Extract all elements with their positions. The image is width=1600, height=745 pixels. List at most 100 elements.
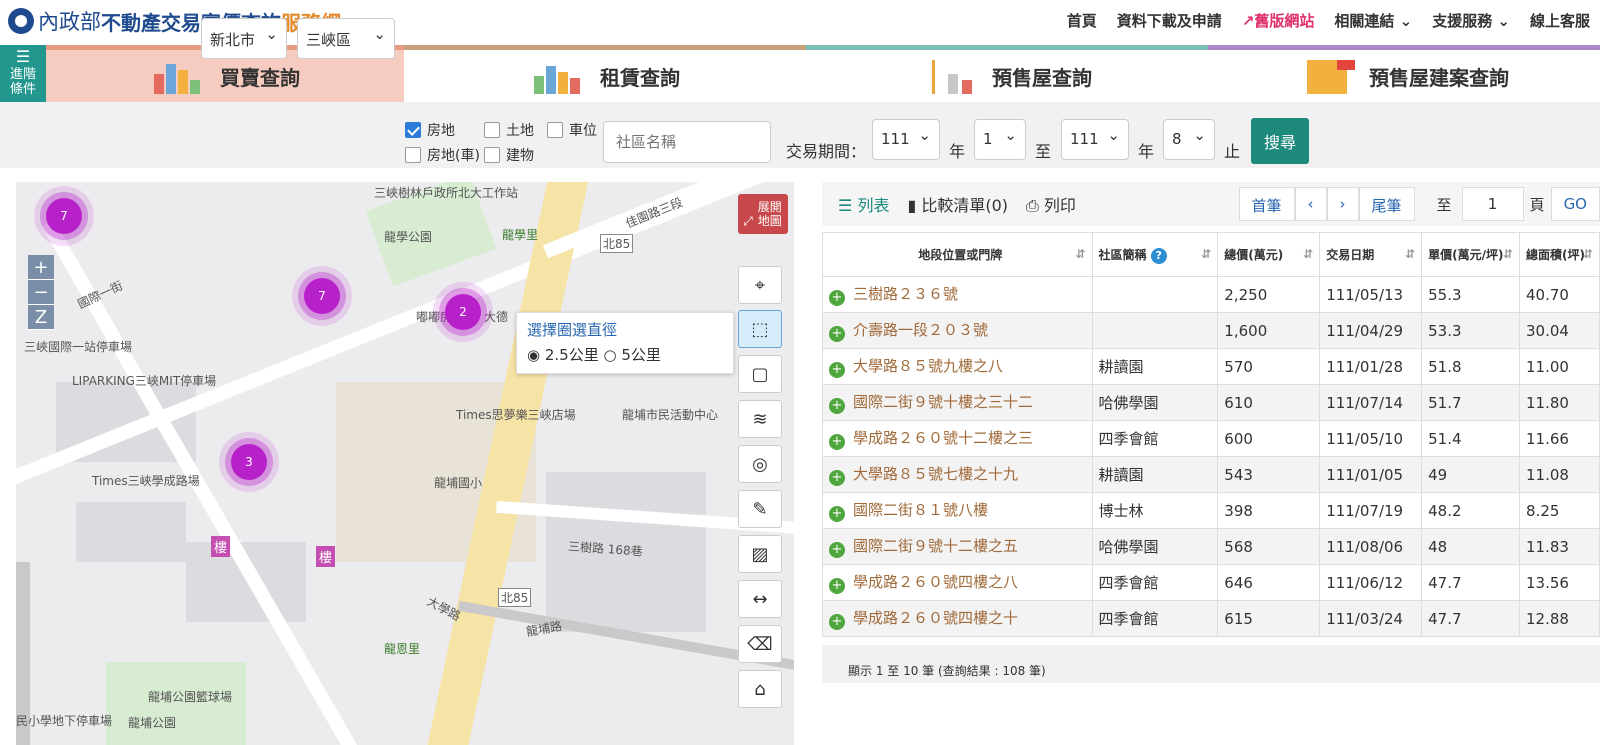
cluster-marker[interactable]: 7: [304, 278, 340, 314]
table-row[interactable]: + 學成路２６０號四樓之十 四季會館 615 111/03/24 47.7 12.88: [822, 600, 1600, 637]
type-checkbox-parking[interactable]: 車位: [547, 120, 597, 140]
table-row[interactable]: + 大學路８５號九樓之八 耕讀園 570 111/01/28 51.8 11.00: [822, 348, 1600, 385]
tab-rent[interactable]: 租賃查詢: [404, 45, 806, 102]
last-page-button[interactable]: 尾筆: [1358, 187, 1415, 221]
expand-row-icon[interactable]: +: [829, 362, 845, 378]
radio-5km[interactable]: ○ 5公里: [604, 346, 661, 364]
address-cell[interactable]: + 大學路８５號七樓之十九: [822, 456, 1093, 493]
expand-row-icon[interactable]: +: [829, 506, 845, 522]
address-cell[interactable]: + 大學路８５號九樓之八: [822, 348, 1093, 385]
table-row[interactable]: + 三樹路２３６號 2,250 111/05/13 55.3 40.70: [822, 276, 1600, 313]
type-checkbox-house-land-parking[interactable]: 房地(車): [405, 145, 480, 165]
type-checkbox-land[interactable]: 土地: [484, 120, 534, 140]
col-date[interactable]: 交易日期: [1319, 232, 1423, 277]
type-checkbox-house-land[interactable]: 房地: [405, 120, 455, 140]
area-tool-icon[interactable]: ▨: [738, 535, 782, 573]
table-cell: 51.7: [1421, 384, 1521, 421]
checkbox-label: 房地: [427, 123, 455, 139]
expand-row-icon[interactable]: +: [829, 614, 845, 630]
building-tool-icon[interactable]: ⌂: [738, 670, 782, 708]
sliders-icon: ☰: [15, 47, 31, 66]
table-row[interactable]: + 國際二街８１號八樓 博士林 398 111/07/19 48.2 8.25: [822, 492, 1600, 529]
page-input[interactable]: 1: [1461, 187, 1524, 221]
col-area[interactable]: 總面積(坪): [1519, 232, 1600, 277]
nav-old-site[interactable]: 舊版網站: [1242, 10, 1314, 31]
tab-presale-project[interactable]: 預售屋建案查詢: [1208, 45, 1600, 102]
building-badge[interactable]: 樓: [211, 536, 231, 557]
address-cell[interactable]: + 學成路２６０號四樓之十: [822, 600, 1093, 637]
expand-row-icon[interactable]: +: [829, 290, 845, 306]
address-cell[interactable]: + 國際二街９號十二樓之五: [822, 528, 1093, 565]
district-select[interactable]: 三峽區: [297, 18, 395, 59]
table-cell: 111/07/19: [1319, 492, 1423, 529]
expand-row-icon[interactable]: +: [829, 326, 845, 342]
rect-select-tool-icon[interactable]: ▢: [738, 355, 782, 393]
nav-online-service[interactable]: 線上客服: [1530, 10, 1590, 31]
nav-support[interactable]: 支援服務 ⌄: [1432, 10, 1510, 31]
expand-row-icon[interactable]: +: [829, 470, 845, 486]
prev-page-button[interactable]: ‹: [1294, 187, 1327, 221]
table-row[interactable]: + 介壽路一段２０３號 1,600 111/04/29 53.3 30.04: [822, 312, 1600, 349]
layers-tool-icon[interactable]: ≋: [738, 400, 782, 438]
first-page-button[interactable]: 首筆: [1238, 187, 1295, 221]
table-row[interactable]: + 國際二街９號十樓之三十二 哈佛學園 610 111/07/14 51.7 11.80: [822, 384, 1600, 421]
address-cell[interactable]: + 國際二街８１號八樓: [822, 492, 1093, 529]
address-cell[interactable]: + 學成路２６０號四樓之八: [822, 564, 1093, 601]
road-shield: 北85: [600, 234, 634, 253]
table-row[interactable]: + 學成路２６０號四樓之八 四季會館 646 111/06/12 47.7 13.56: [822, 564, 1600, 601]
next-page-button[interactable]: ›: [1326, 187, 1359, 221]
draw-tool-icon[interactable]: ✎: [738, 490, 782, 528]
table-row[interactable]: + 大學路８５號七樓之十九 耕讀園 543 111/01/05 49 11.08: [822, 456, 1600, 493]
to-year-select[interactable]: 111: [1061, 119, 1129, 160]
expand-row-icon[interactable]: +: [829, 434, 845, 450]
list-view-button[interactable]: ☰ 列表: [838, 192, 889, 216]
expand-map-button[interactable]: ⤢ 展開地圖: [738, 194, 788, 234]
address-cell[interactable]: + 三樹路２３６號: [822, 276, 1093, 313]
zoom-reset-button[interactable]: Z: [28, 305, 54, 330]
cluster-marker[interactable]: 2: [445, 294, 481, 330]
from-year-select[interactable]: 111: [872, 119, 940, 160]
advanced-conditions-button[interactable]: ☰ 進階條件: [0, 45, 46, 102]
help-icon[interactable]: ?: [1150, 247, 1167, 264]
expand-row-icon[interactable]: +: [829, 542, 845, 558]
location-pin-tool-icon[interactable]: ⌖: [738, 266, 782, 304]
address-cell[interactable]: + 學成路２６０號十二樓之三: [822, 420, 1093, 457]
col-address[interactable]: 地段位置或門牌: [822, 232, 1093, 277]
col-total-price[interactable]: 總價(萬元): [1217, 232, 1321, 277]
nav-home[interactable]: 首頁: [1067, 10, 1097, 31]
address-cell[interactable]: + 國際二街９號十樓之三十二: [822, 384, 1093, 421]
print-button[interactable]: ⎙ 列印: [1026, 192, 1076, 216]
from-month-select[interactable]: 1: [974, 119, 1026, 160]
table-cell: 55.3: [1421, 276, 1521, 313]
compare-list-button[interactable]: ▮ 比較清單(0): [907, 192, 1008, 216]
target-tool-icon[interactable]: ◎: [738, 445, 782, 483]
nav-download[interactable]: 資料下載及申請: [1117, 10, 1222, 31]
site-logo[interactable]: 內政部 不動產交易實價查詢 服務網: [8, 6, 341, 36]
search-button[interactable]: 搜尋: [1251, 118, 1309, 164]
table-row[interactable]: + 學成路２６０號十二樓之三 四季會館 600 111/05/10 51.4 11.66: [822, 420, 1600, 457]
city-select[interactable]: 新北市: [201, 18, 287, 59]
col-unit-price[interactable]: 單價(萬元/坪): [1421, 232, 1521, 277]
zoom-in-button[interactable]: +: [28, 255, 54, 280]
community-name-input[interactable]: [603, 121, 771, 163]
cluster-marker[interactable]: 7: [46, 198, 82, 234]
col-community[interactable]: 社區簡稱 ?: [1091, 232, 1219, 277]
building-badge[interactable]: 樓: [316, 546, 336, 567]
zoom-out-button[interactable]: −: [28, 280, 54, 305]
nav-related-links[interactable]: 相關連結 ⌄: [1334, 10, 1412, 31]
ruler-tool-icon[interactable]: ↔: [738, 580, 782, 618]
table-row[interactable]: + 國際二街９號十二樓之五 哈佛學園 568 111/08/06 48 11.83: [822, 528, 1600, 565]
eraser-tool-icon[interactable]: ⌫: [738, 625, 782, 663]
type-checkbox-building[interactable]: 建物: [484, 145, 534, 165]
expand-row-icon[interactable]: +: [829, 398, 845, 414]
cluster-marker[interactable]: 3: [231, 444, 267, 480]
map-canvas[interactable]: 三峽樹林戶政所北大工作站 龍學公園 龍學里 佳園路三段 國際一街 三峽國際一站停…: [16, 182, 794, 745]
go-button[interactable]: GO: [1550, 187, 1600, 221]
to-month-select[interactable]: 8: [1163, 119, 1215, 160]
circle-select-tool-icon[interactable]: ⬚: [738, 310, 782, 348]
expand-row-icon[interactable]: +: [829, 578, 845, 594]
map-label: 三峽樹林戶政所北大工作站: [374, 186, 519, 200]
address-cell[interactable]: + 介壽路一段２０３號: [822, 312, 1093, 349]
tab-presale[interactable]: 預售屋查詢: [806, 45, 1208, 102]
radio-2-5km[interactable]: ◉ 2.5公里: [527, 346, 599, 364]
